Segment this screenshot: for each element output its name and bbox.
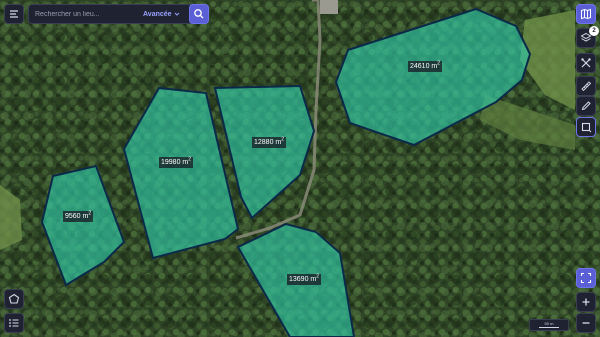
fit-extent-icon bbox=[580, 272, 592, 284]
filter-menu-icon bbox=[10, 10, 18, 18]
parcel-area-label: 9560 m2 bbox=[63, 210, 94, 222]
search-icon bbox=[194, 9, 204, 19]
parcel-area-label: 12880 m2 bbox=[252, 136, 287, 148]
measure-button[interactable] bbox=[576, 76, 596, 96]
layers-count-badge: 2 bbox=[589, 26, 599, 36]
scale-label: 50 m bbox=[544, 321, 554, 326]
zoom-in-button[interactable] bbox=[576, 292, 596, 312]
search-input[interactable] bbox=[35, 7, 135, 21]
fit-extent-button[interactable] bbox=[576, 268, 596, 288]
list-button[interactable] bbox=[4, 313, 24, 333]
satellite-map[interactable] bbox=[0, 0, 600, 337]
scale-line bbox=[539, 327, 559, 328]
draw-button[interactable] bbox=[576, 96, 596, 116]
ruler-icon bbox=[581, 81, 592, 92]
building bbox=[320, 0, 338, 14]
parcel-area-label: 19980 m2 bbox=[159, 156, 194, 168]
tools-icon bbox=[581, 58, 591, 68]
map-icon bbox=[581, 8, 591, 20]
map-view-button[interactable] bbox=[576, 4, 596, 24]
list-icon bbox=[9, 319, 19, 327]
zoom-out-icon bbox=[582, 322, 590, 324]
scale-bar: 50 m bbox=[529, 319, 569, 331]
tools-button[interactable] bbox=[576, 53, 596, 73]
zoom-in-icon bbox=[582, 298, 590, 306]
select-square-icon bbox=[581, 122, 592, 133]
menu-button[interactable] bbox=[4, 4, 24, 24]
parcel-area-label: 24610 m2 bbox=[408, 60, 443, 72]
polygon-button[interactable] bbox=[4, 289, 24, 309]
chevron-down-icon[interactable] bbox=[174, 11, 180, 17]
search-bar: Avancée bbox=[28, 4, 209, 24]
advanced-select[interactable]: Avancée bbox=[143, 9, 172, 21]
parcel-area-label: 13690 m2 bbox=[287, 273, 322, 285]
pencil-icon bbox=[581, 101, 591, 111]
select-area-button[interactable] bbox=[576, 117, 596, 137]
search-button[interactable] bbox=[189, 4, 209, 24]
zoom-out-button[interactable] bbox=[576, 313, 596, 333]
polygon-icon bbox=[8, 293, 20, 304]
